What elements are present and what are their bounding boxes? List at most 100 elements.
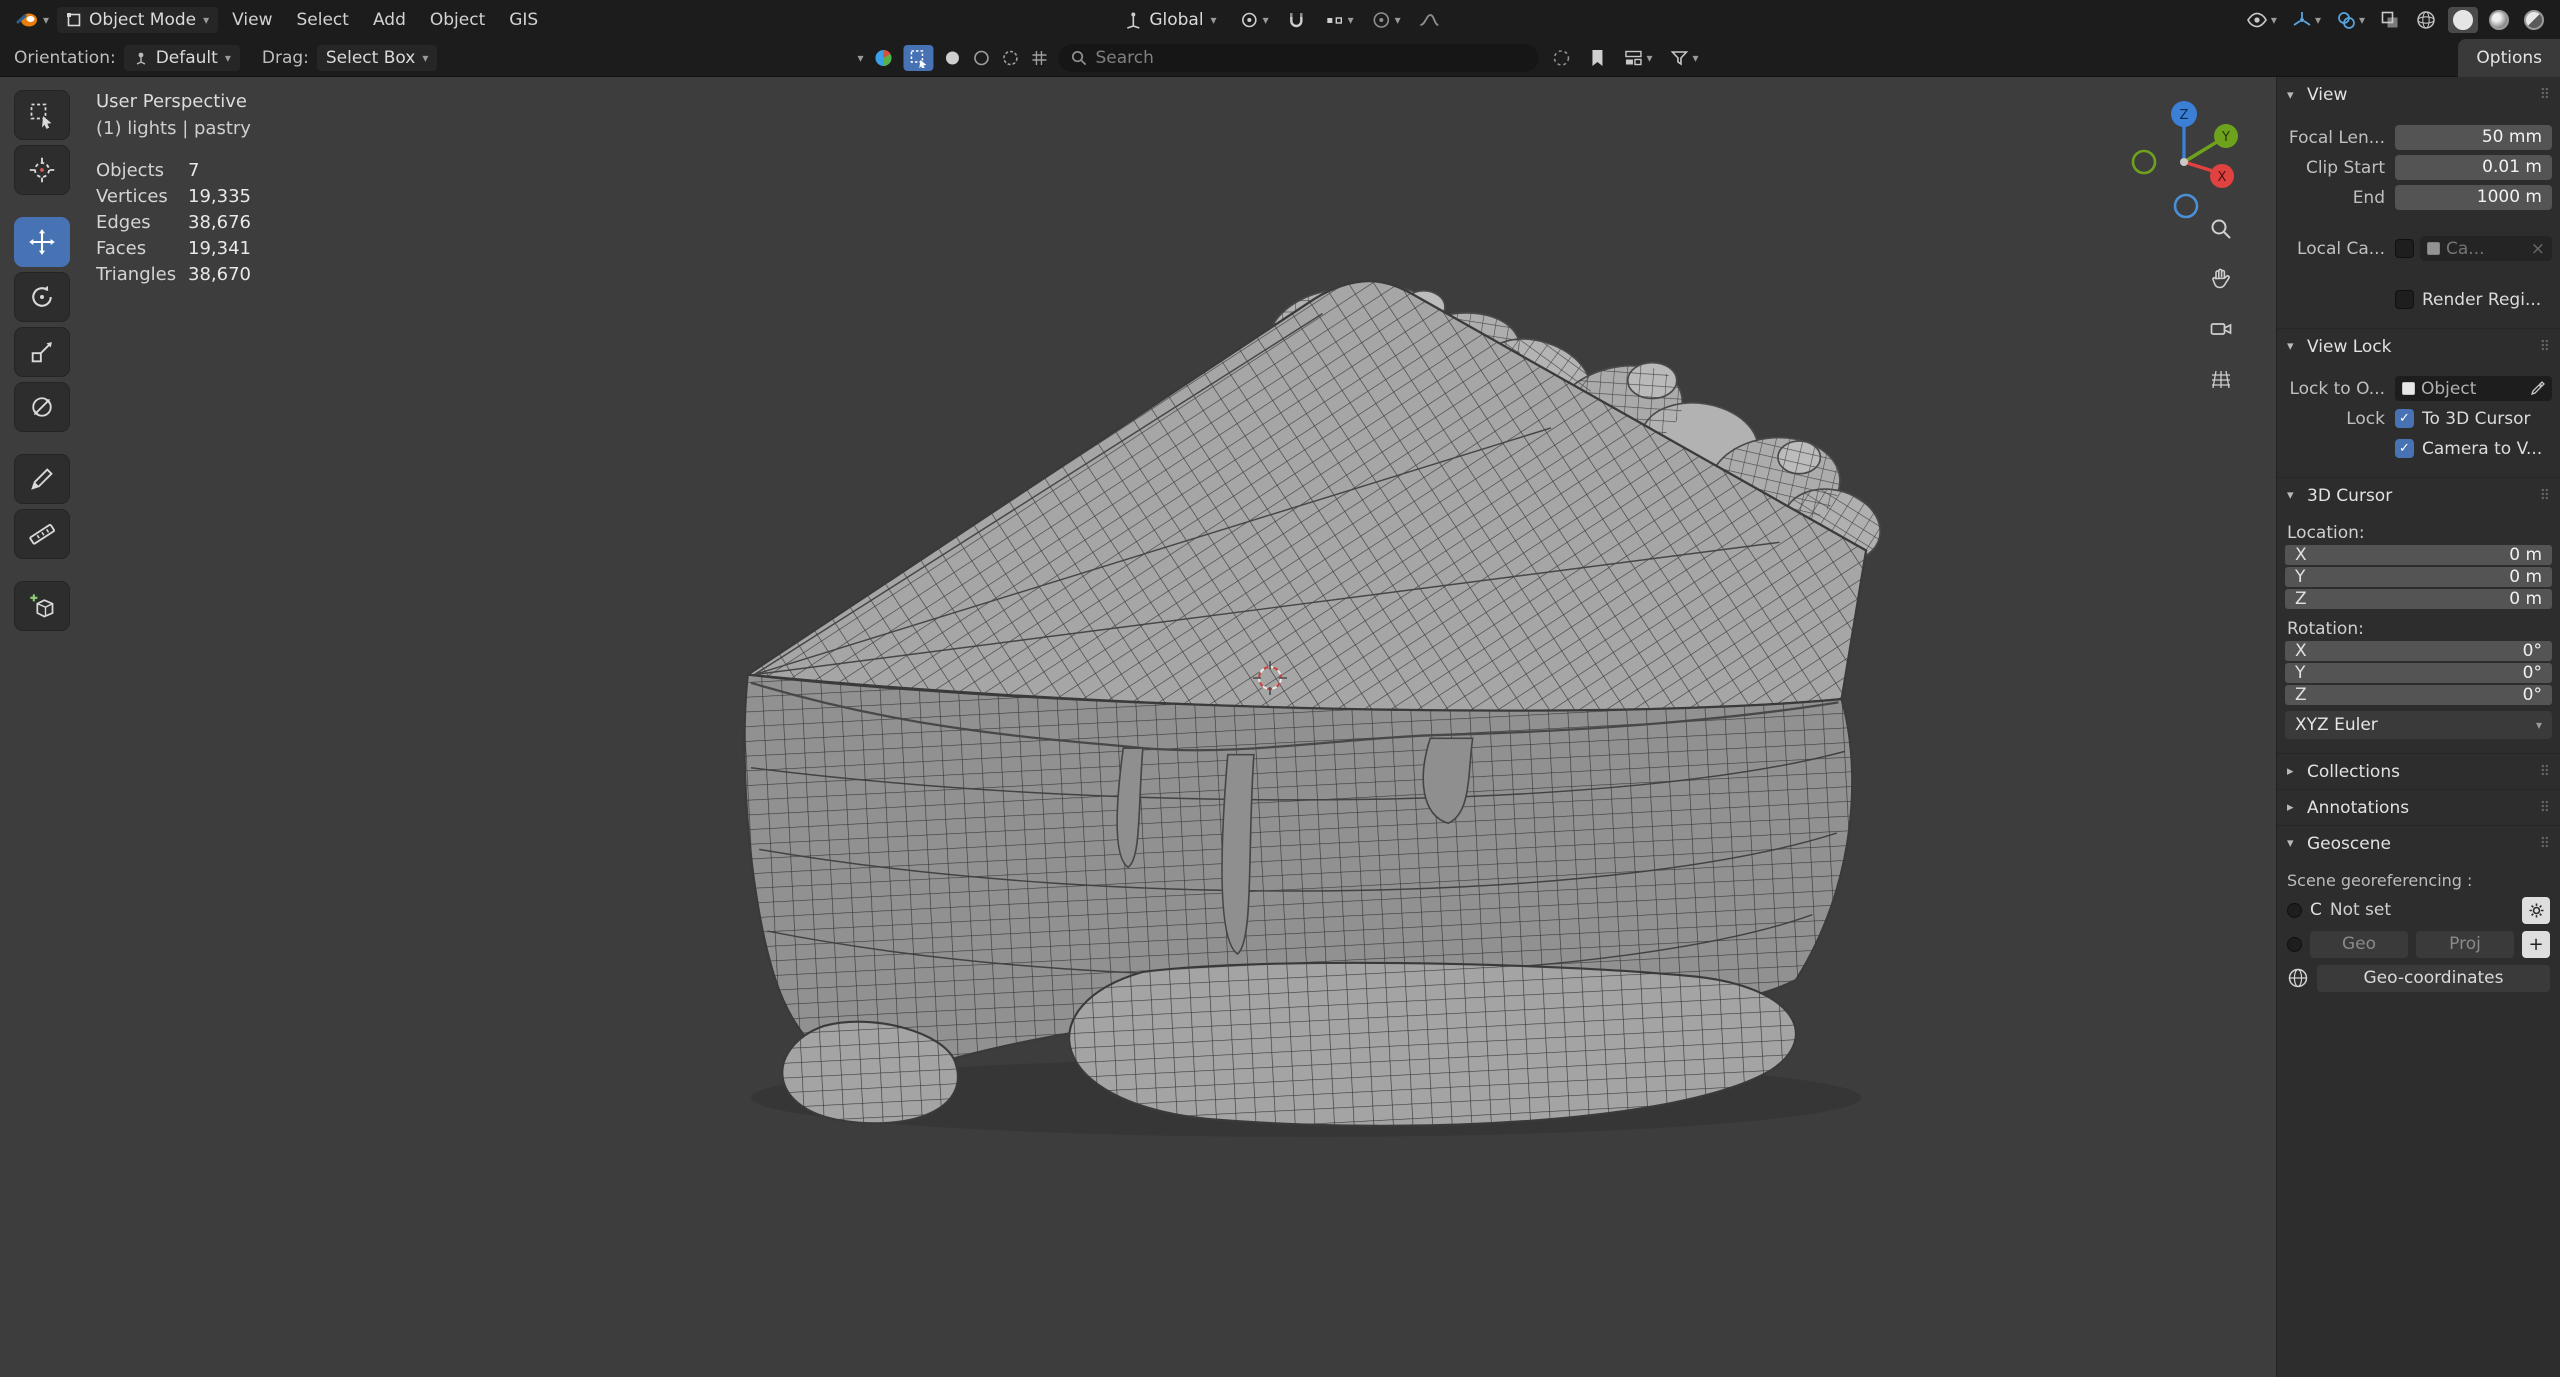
xray-toggle[interactable]	[2376, 7, 2404, 33]
wireframe-sphere-icon	[2415, 9, 2437, 31]
filter-dropdown[interactable]: ▾	[1666, 45, 1703, 71]
falloff-sphere-icon[interactable]	[872, 47, 894, 69]
select-box-tool-button[interactable]	[903, 45, 933, 71]
proj-radio[interactable]	[2287, 937, 2302, 952]
clip-end-field[interactable]: 1000 m	[2395, 185, 2552, 210]
dashed-circle-dropdown[interactable]	[1547, 45, 1575, 71]
visibility-dropdown[interactable]: ▾	[2242, 7, 2281, 33]
bookmark-button[interactable]	[1584, 45, 1610, 71]
tool-scale[interactable]	[14, 327, 70, 377]
zoom-button[interactable]	[2204, 212, 2238, 246]
clip-start-field[interactable]: 0.01 m	[2395, 155, 2552, 180]
navigation-gizmo[interactable]: Z Y X	[2118, 96, 2250, 228]
pivot-point-dropdown[interactable]: ▾	[1236, 7, 1273, 33]
panel-grip-icon[interactable]: ⠿	[2540, 488, 2550, 504]
focal-length-field[interactable]: 50 mm	[2395, 125, 2552, 150]
camera-to-view-checkbox[interactable]: ✓	[2395, 439, 2414, 458]
geo-button[interactable]: Geo	[2310, 931, 2408, 958]
rotation-order-dropdown[interactable]: XYZ Euler ▾	[2285, 711, 2552, 739]
crs-radio[interactable]	[2287, 903, 2302, 918]
tool-transform[interactable]	[14, 382, 70, 432]
rotation-y-field[interactable]: Y 0°	[2285, 663, 2552, 683]
tool-add-cube[interactable]	[14, 581, 70, 631]
section-3d-cursor-header[interactable]: ▾ 3D Cursor ⠿	[2277, 477, 2560, 513]
menu-gis[interactable]: GIS	[499, 6, 548, 34]
snap-settings-dropdown[interactable]: ▾	[1321, 7, 1358, 33]
to-3d-cursor-checkbox[interactable]: ✓	[2395, 409, 2414, 428]
tool-move[interactable]	[14, 217, 70, 267]
snap-toggle[interactable]	[1283, 7, 1311, 33]
rotation-z-field[interactable]: Z 0°	[2285, 685, 2552, 705]
shading-wireframe-button[interactable]	[2411, 6, 2441, 34]
falloff-curve-button[interactable]	[1415, 7, 1445, 33]
add-crs-button[interactable]: +	[2522, 931, 2550, 958]
panel-grip-icon[interactable]: ⠿	[2540, 339, 2550, 355]
stat-label: Objects	[96, 158, 188, 184]
local-camera-checkbox[interactable]	[2395, 239, 2414, 258]
rotation-x-field[interactable]: X 0°	[2285, 641, 2552, 661]
panel-grip-icon[interactable]: ⠿	[2540, 836, 2550, 852]
camera-view-button[interactable]	[2204, 312, 2238, 346]
menu-select[interactable]: Select	[287, 6, 359, 34]
render-region-label: Render Regi...	[2422, 290, 2541, 310]
render-region-checkbox[interactable]	[2395, 290, 2414, 309]
pan-button[interactable]	[2204, 262, 2238, 296]
panel-grip-icon[interactable]: ⠿	[2540, 764, 2550, 780]
section-view-lock-header[interactable]: ▾ View Lock ⠿	[2277, 328, 2560, 364]
3d-cursor[interactable]	[1250, 658, 1290, 698]
clip-start-label: Clip Start	[2285, 158, 2395, 178]
crs-letter: C	[2310, 900, 2322, 920]
menu-add[interactable]: Add	[363, 6, 416, 34]
tool-select-box[interactable]	[14, 90, 70, 140]
drag-mode-dropdown[interactable]: Select Box ▾	[317, 45, 437, 71]
location-y-field[interactable]: Y 0 m	[2285, 567, 2552, 587]
tool-option-icon[interactable]	[971, 48, 991, 68]
section-annotations-header[interactable]: ▸ Annotations ⠿	[2277, 789, 2560, 825]
blender-logo-menu[interactable]: ▾	[12, 7, 53, 33]
close-icon[interactable]: ×	[2531, 239, 2545, 259]
display-settings-dropdown[interactable]: ▾	[1619, 45, 1656, 71]
view-perspective-label: User Perspective	[96, 88, 251, 115]
proportional-editing-toggle[interactable]: ▾	[1368, 7, 1405, 33]
orientation-default-dropdown[interactable]: Default ▾	[124, 45, 240, 71]
mode-dropdown[interactable]: Object Mode ▾	[57, 7, 218, 33]
transform-orientation-dropdown[interactable]: Global ▾	[1115, 7, 1225, 33]
tool-measure[interactable]	[14, 509, 70, 559]
menu-object[interactable]: Object	[420, 6, 495, 34]
proj-button[interactable]: Proj	[2416, 931, 2514, 958]
tool-annotate[interactable]	[14, 454, 70, 504]
show-overlays-dropdown[interactable]: ▾	[2332, 7, 2369, 33]
crs-settings-button[interactable]	[2522, 897, 2550, 924]
show-gizmo-dropdown[interactable]: ▾	[2288, 7, 2325, 33]
search-input[interactable]	[1096, 48, 1527, 68]
geo-coordinates-button[interactable]: Geo-coordinates	[2317, 965, 2550, 992]
eyedropper-icon[interactable]	[2530, 381, 2545, 396]
section-geoscene-header[interactable]: ▾ Geoscene ⠿	[2277, 825, 2560, 861]
display-settings-icon	[1623, 48, 1643, 68]
ortho-toggle-button[interactable]	[2204, 362, 2238, 396]
camera-data-icon	[2427, 242, 2440, 255]
options-button[interactable]: Options	[2458, 39, 2560, 77]
location-z-field[interactable]: Z 0 m	[2285, 589, 2552, 609]
menu-view[interactable]: View	[222, 6, 282, 34]
location-x-field[interactable]: X 0 m	[2285, 545, 2552, 565]
grid-option-icon[interactable]	[1029, 48, 1049, 68]
shading-rendered-button[interactable]	[2520, 7, 2548, 33]
shading-material-button[interactable]	[2485, 7, 2513, 33]
tool-option-icon[interactable]	[1000, 48, 1020, 68]
section-view-header[interactable]: ▾ View ⠿	[2277, 77, 2560, 113]
search-box[interactable]	[1058, 44, 1538, 72]
lock-to-object-field[interactable]: Object	[2395, 376, 2552, 401]
panel-grip-icon[interactable]: ⠿	[2540, 800, 2550, 816]
tool-option-icon[interactable]	[942, 48, 962, 68]
local-camera-field[interactable]: Ca... ×	[2420, 236, 2552, 261]
viewport-controls	[2204, 212, 2238, 396]
panel-grip-icon[interactable]: ⠿	[2540, 87, 2550, 103]
orientation-mini-icon	[133, 50, 149, 66]
tool-cursor[interactable]	[14, 145, 70, 195]
collapse-chevron-icon[interactable]: ▾	[857, 52, 863, 64]
tool-rotate[interactable]	[14, 272, 70, 322]
chevron-down-icon: ▾	[203, 14, 209, 26]
shading-solid-button[interactable]	[2448, 7, 2478, 33]
section-collections-header[interactable]: ▸ Collections ⠿	[2277, 753, 2560, 789]
